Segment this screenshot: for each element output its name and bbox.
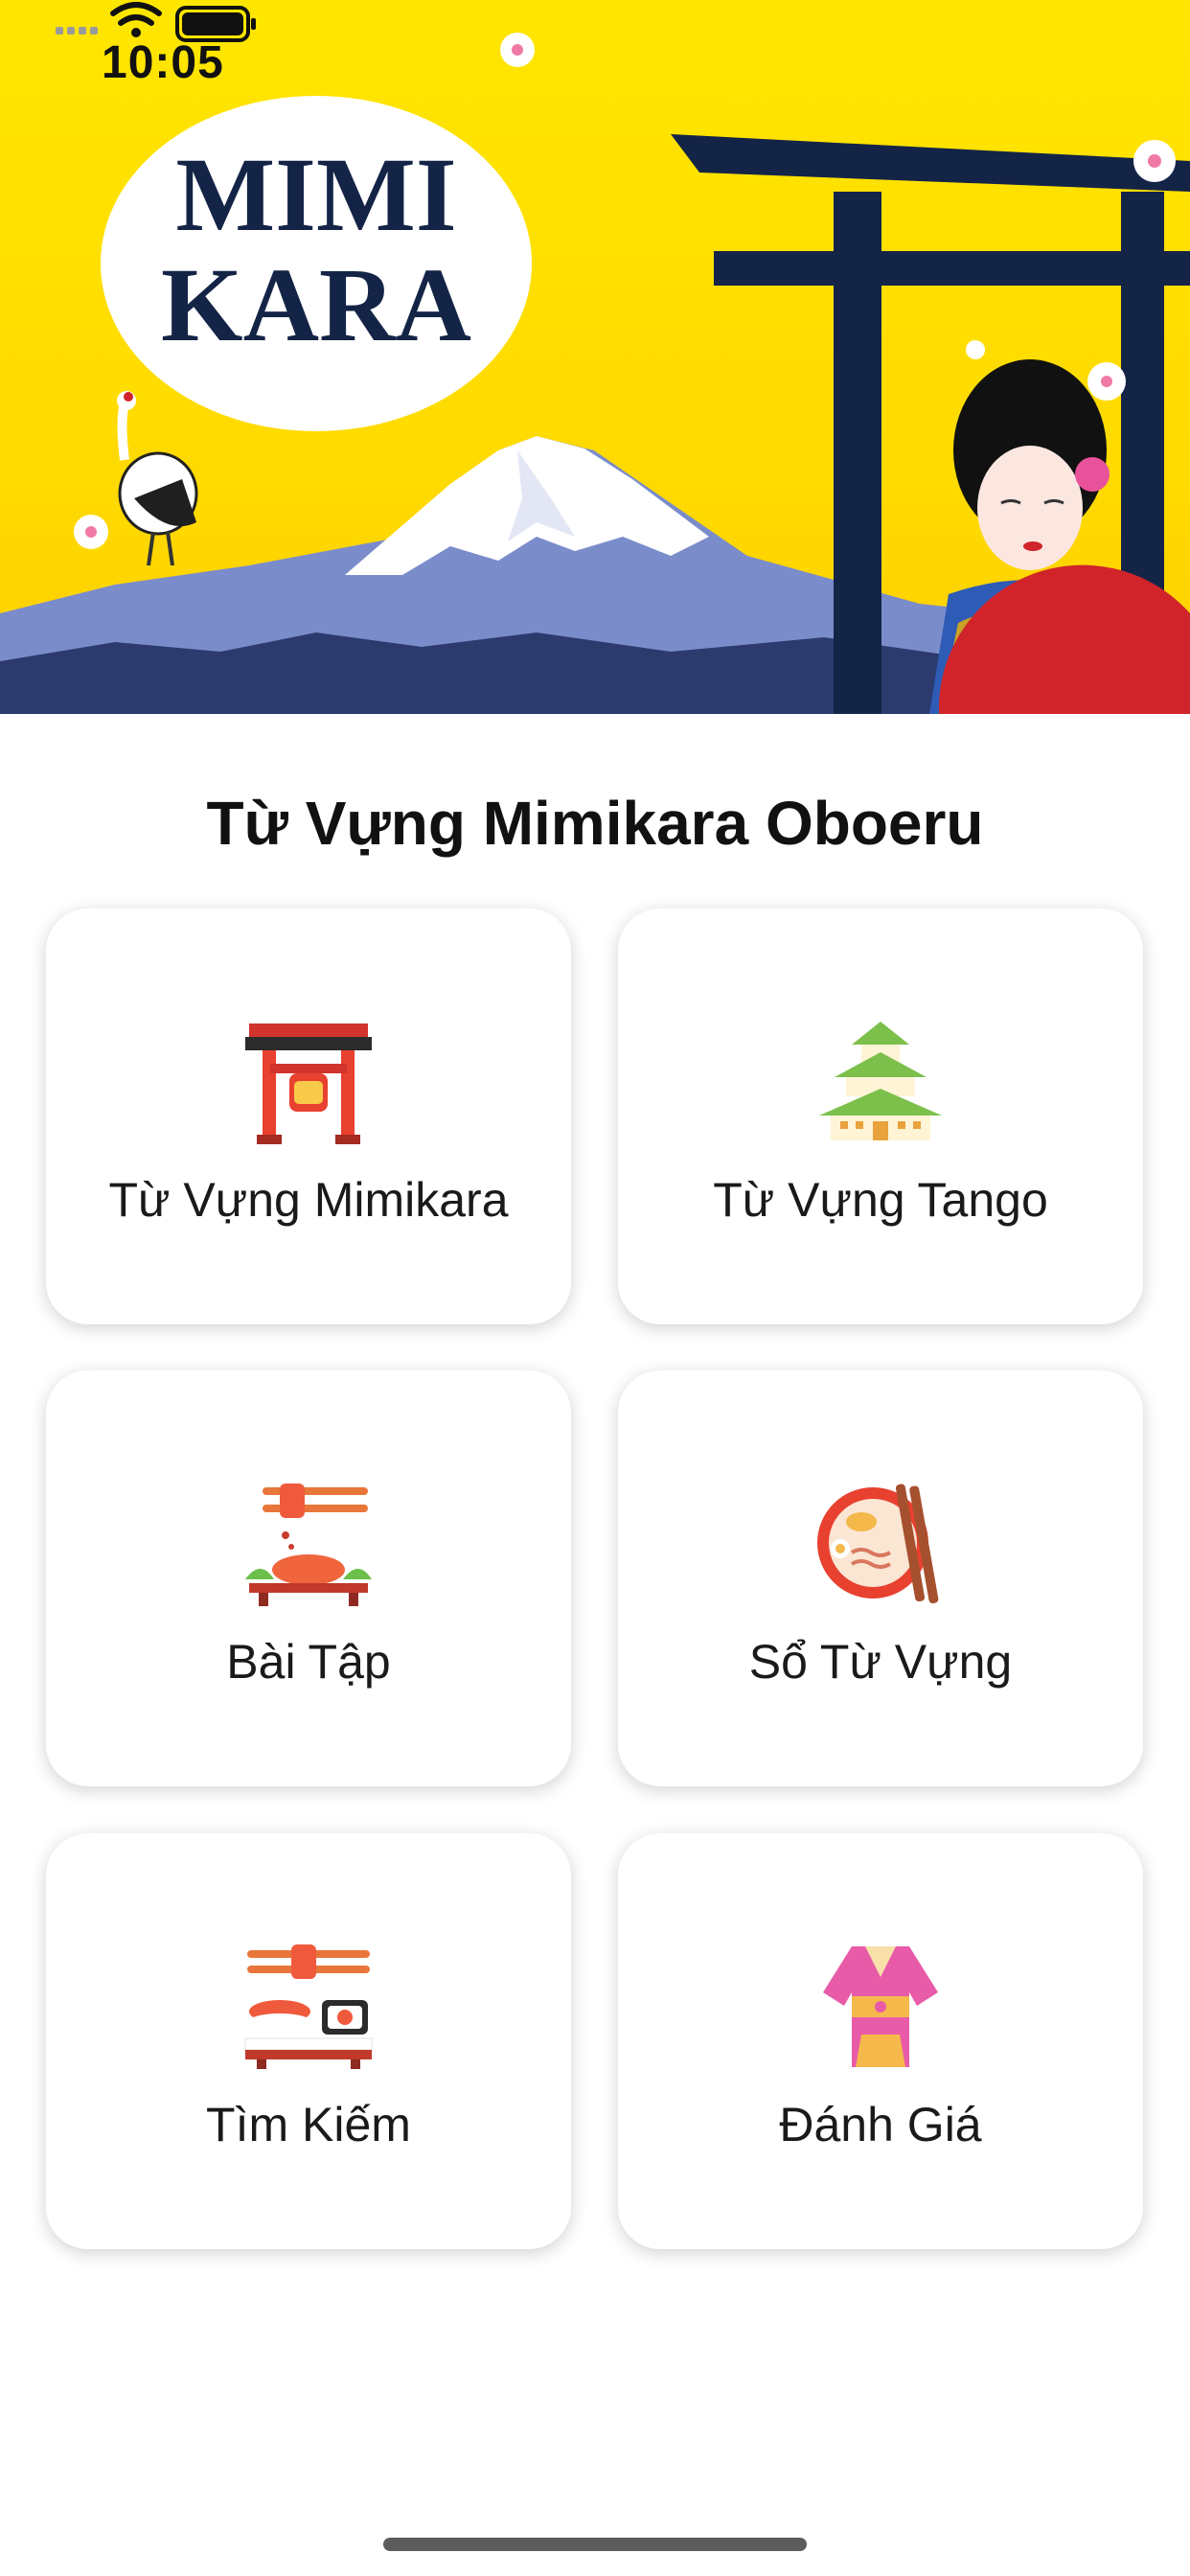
banner-illustration: MIMI KARA <box>0 33 1190 714</box>
wifi-icon <box>110 2 162 37</box>
battery-icon <box>175 6 256 42</box>
tile-danh-gia[interactable]: Đánh Giá <box>618 1833 1143 2249</box>
sushi-plate-icon <box>244 1944 373 2069</box>
tile-label: Đánh Giá <box>779 2098 982 2151</box>
cellular-signal-icon <box>56 27 98 34</box>
status-icons <box>56 2 256 42</box>
tile-bai-tap[interactable]: Bài Tập <box>46 1370 571 1786</box>
sushi-chopsticks-icon <box>245 1484 372 1606</box>
page-title: Từ Vựng Mimikara Oboeru <box>206 789 984 858</box>
tile-label: Từ Vựng Tango <box>713 1173 1048 1227</box>
logo-text-2: KARA <box>161 246 471 363</box>
tile-tim-kiem[interactable]: Tìm Kiếm <box>46 1833 571 2249</box>
ramen-bowl-icon <box>817 1484 939 1604</box>
pagoda-castle-icon <box>819 1022 942 1140</box>
tile-tu-vung-tango[interactable]: Từ Vựng Tango <box>618 908 1143 1324</box>
torii-gate-icon <box>245 1024 372 1144</box>
header-banner: MIMI KARA 10:05 <box>0 0 1190 714</box>
tile-label: Từ Vựng Mimikara <box>108 1173 509 1227</box>
kimono-icon <box>823 1946 938 2067</box>
home-indicator[interactable] <box>383 2538 807 2551</box>
tile-label: Tìm Kiếm <box>206 2098 411 2151</box>
tile-label: Bài Tập <box>226 1635 391 1689</box>
tile-label: Sổ Từ Vựng <box>748 1635 1013 1689</box>
logo-text-1: MIMI <box>175 136 456 253</box>
tile-tu-vung-mimikara[interactable]: Từ Vựng Mimikara <box>46 908 571 1324</box>
crane-illustration <box>117 391 198 566</box>
tile-so-tu-vung[interactable]: Sổ Từ Vựng <box>618 1370 1143 1786</box>
